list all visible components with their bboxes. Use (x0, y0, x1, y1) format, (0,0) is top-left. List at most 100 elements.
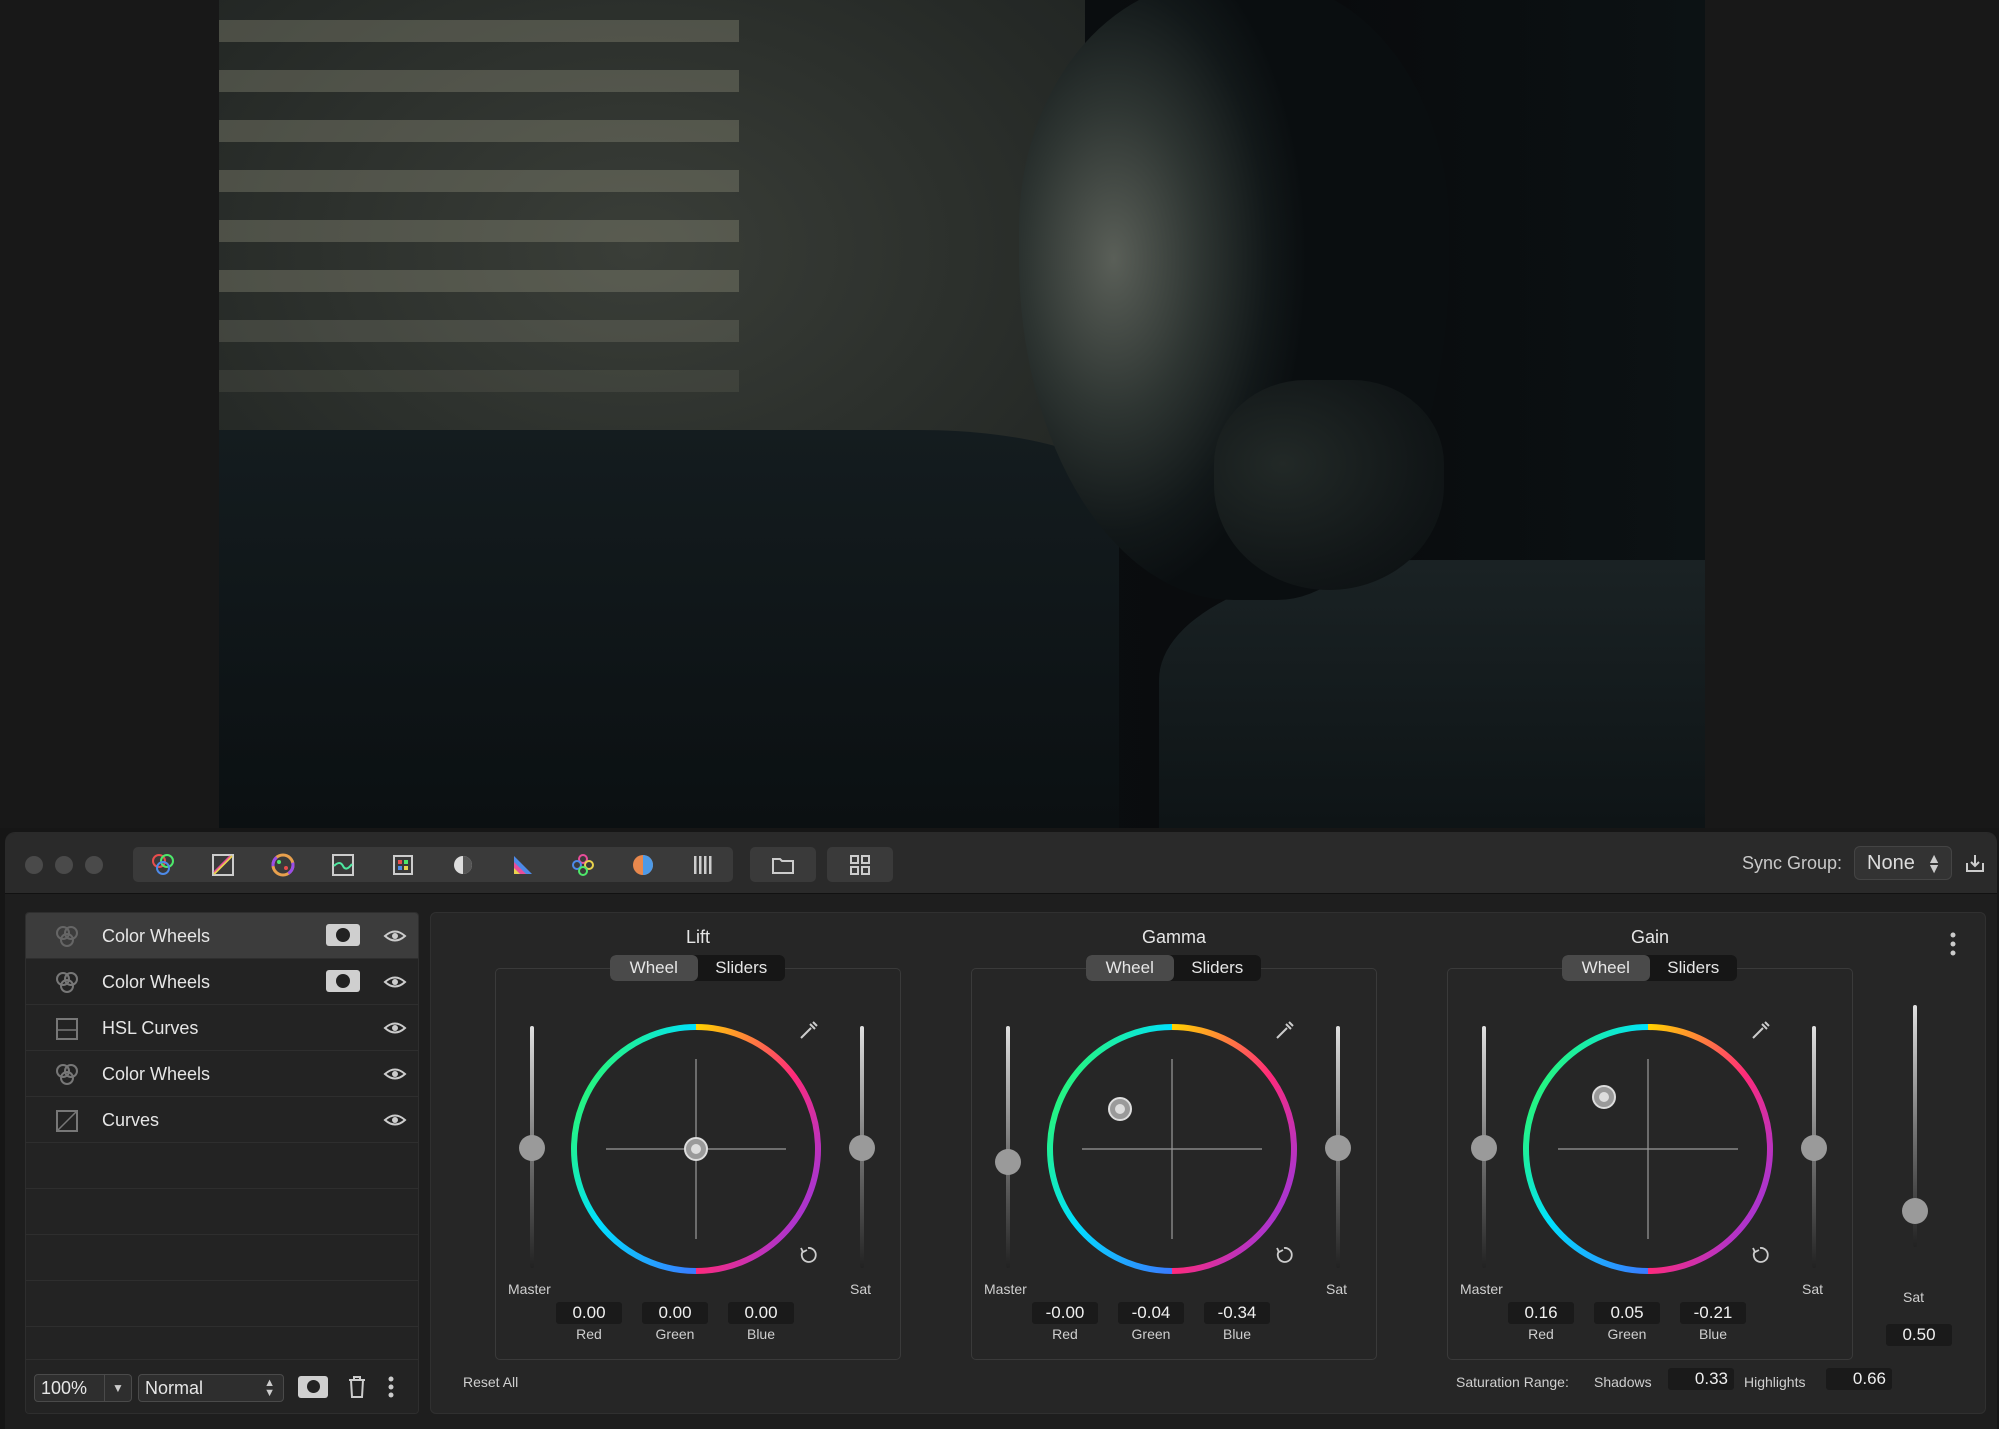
red-value[interactable]: -0.00 (1032, 1302, 1098, 1324)
sliders-tab[interactable]: Sliders (698, 955, 786, 981)
reset-icon[interactable] (1750, 1245, 1770, 1265)
color-wheels-icon (56, 1064, 78, 1085)
layer-row[interactable]: Color Wheels (26, 959, 418, 1005)
hsl-curves-tool-button[interactable] (313, 847, 373, 882)
master-slider-knob[interactable] (995, 1149, 1021, 1175)
window-zoom-button[interactable] (85, 856, 103, 874)
color-grading-panel: Sync Group: None ▲ ▼ Color Wheels Color W… (5, 833, 1997, 1429)
green-label: Green (655, 1326, 695, 1342)
green-value[interactable]: 0.00 (642, 1302, 708, 1324)
wheel-mode-toggle: Wheel Sliders (1562, 955, 1737, 981)
highlights-label: Highlights (1744, 1374, 1806, 1390)
wheel-tab[interactable]: Wheel (1086, 955, 1174, 981)
more-icon[interactable] (1949, 931, 1957, 957)
folder-button-inner (750, 847, 816, 882)
master-slider-knob[interactable] (519, 1135, 545, 1161)
sat-label: Sat (1326, 1281, 1348, 1297)
mask-icon[interactable] (326, 970, 360, 992)
eyedropper-icon[interactable] (1750, 1019, 1772, 1041)
more-icon[interactable] (386, 1374, 396, 1400)
master-slider-knob[interactable] (1471, 1135, 1497, 1161)
zoom-select[interactable]: 100% ▼ (34, 1374, 132, 1402)
color-chart-tool-button[interactable] (493, 847, 553, 882)
mask-icon[interactable] (326, 924, 360, 946)
layer-row[interactable]: HSL Curves (26, 1005, 418, 1051)
color-balance-tool-button[interactable] (613, 847, 673, 882)
window-minimize-button[interactable] (55, 856, 73, 874)
wheel-panel: Master Sat 0.00 Red 0.00 Green 0.00 Blue (495, 968, 901, 1360)
layer-row[interactable]: Color Wheels (26, 1051, 418, 1097)
master-slider[interactable] (1006, 1026, 1010, 1268)
red-value[interactable]: 0.00 (556, 1302, 622, 1324)
shadows-value[interactable]: 0.33 (1668, 1368, 1734, 1390)
chevron-down-icon: ▼ (104, 1375, 131, 1401)
reset-icon[interactable] (1274, 1245, 1294, 1265)
eye-icon[interactable] (383, 1064, 407, 1084)
reset-all-button[interactable]: Reset All (463, 1374, 518, 1390)
wheel-tab[interactable]: Wheel (1562, 955, 1650, 981)
eye-icon[interactable] (383, 926, 407, 946)
eyedropper-icon[interactable] (798, 1019, 820, 1041)
sliders-tab[interactable]: Sliders (1174, 955, 1262, 981)
exposure-tool-button[interactable] (433, 847, 493, 882)
folder-icon (772, 857, 794, 874)
sat-slider-knob[interactable] (1325, 1135, 1351, 1161)
image-viewer (0, 0, 1999, 828)
blue-value[interactable]: -0.34 (1204, 1302, 1270, 1324)
sat-slider-knob[interactable] (849, 1135, 875, 1161)
wheel-panel: Master Sat -0.00 Red -0.04 Green -0.34 B… (971, 968, 1377, 1360)
wheel-mode-toggle: Wheel Sliders (610, 955, 785, 981)
eye-icon[interactable] (383, 1018, 407, 1038)
global-sat-slider-knob[interactable] (1902, 1198, 1928, 1224)
hsl-wheel-tool-button[interactable] (253, 847, 313, 882)
color-wheels-tool-button[interactable] (133, 847, 193, 882)
window-close-button[interactable] (25, 856, 43, 874)
wheel-tab[interactable]: Wheel (610, 955, 698, 981)
eye-icon[interactable] (383, 972, 407, 992)
layer-row[interactable]: Curves (26, 1097, 418, 1143)
folder-button[interactable] (750, 847, 816, 882)
highlights-value[interactable]: 0.66 (1826, 1368, 1892, 1390)
reset-icon[interactable] (798, 1245, 818, 1265)
blue-value[interactable]: 0.00 (728, 1302, 794, 1324)
adjustment-layer-list: Color Wheels Color Wheels HSL Curves Col… (25, 912, 419, 1414)
color-wheel[interactable] (1518, 1019, 1778, 1279)
sliders-tab[interactable]: Sliders (1650, 955, 1738, 981)
blue-value[interactable]: -0.21 (1680, 1302, 1746, 1324)
sync-group-select[interactable]: None ▲ ▼ (1854, 846, 1952, 880)
add-mask-button[interactable] (298, 1376, 328, 1398)
red-value[interactable]: 0.16 (1508, 1302, 1574, 1324)
bars-tool-button[interactable] (673, 847, 733, 882)
master-label: Master (508, 1281, 551, 1297)
color-mixer-tool-button[interactable] (553, 847, 613, 882)
zoom-value: 100% (41, 1378, 88, 1398)
grid-button-inner (827, 847, 893, 882)
eyedropper-icon[interactable] (1274, 1019, 1296, 1041)
sync-group-label: Sync Group: (1741, 853, 1842, 873)
wheel-title: Gain (1630, 927, 1670, 947)
global-sat-value[interactable]: 0.50 (1886, 1324, 1952, 1346)
shadows-label: Shadows (1594, 1374, 1652, 1390)
color-wheel[interactable] (1042, 1019, 1302, 1279)
blue-label: Blue (746, 1326, 776, 1342)
toolbar: Sync Group: None ▲ ▼ (5, 833, 1997, 894)
curves-tool-button[interactable] (193, 847, 253, 882)
layer-name: Color Wheels (102, 926, 211, 946)
lut-tool-button[interactable] (373, 847, 433, 882)
master-label: Master (984, 1281, 1027, 1297)
blend-mode-select[interactable]: Normal ▲ ▼ (138, 1374, 284, 1402)
global-sat-label: Sat (1903, 1289, 1925, 1305)
layer-row[interactable]: Color Wheels (26, 913, 418, 959)
export-icon[interactable] (1963, 851, 1987, 875)
sat-slider-knob[interactable] (1801, 1135, 1827, 1161)
trash-icon[interactable] (346, 1374, 368, 1400)
wheel-mode-toggle: Wheel Sliders (1086, 955, 1261, 981)
green-value[interactable]: 0.05 (1594, 1302, 1660, 1324)
green-value[interactable]: -0.04 (1118, 1302, 1184, 1324)
color-balance-icon (633, 854, 653, 875)
grid-button[interactable] (827, 847, 893, 882)
layer-name: HSL Curves (102, 1018, 199, 1038)
color-wheel[interactable] (566, 1019, 826, 1279)
eye-icon[interactable] (383, 1110, 407, 1130)
sat-label: Sat (1802, 1281, 1824, 1297)
